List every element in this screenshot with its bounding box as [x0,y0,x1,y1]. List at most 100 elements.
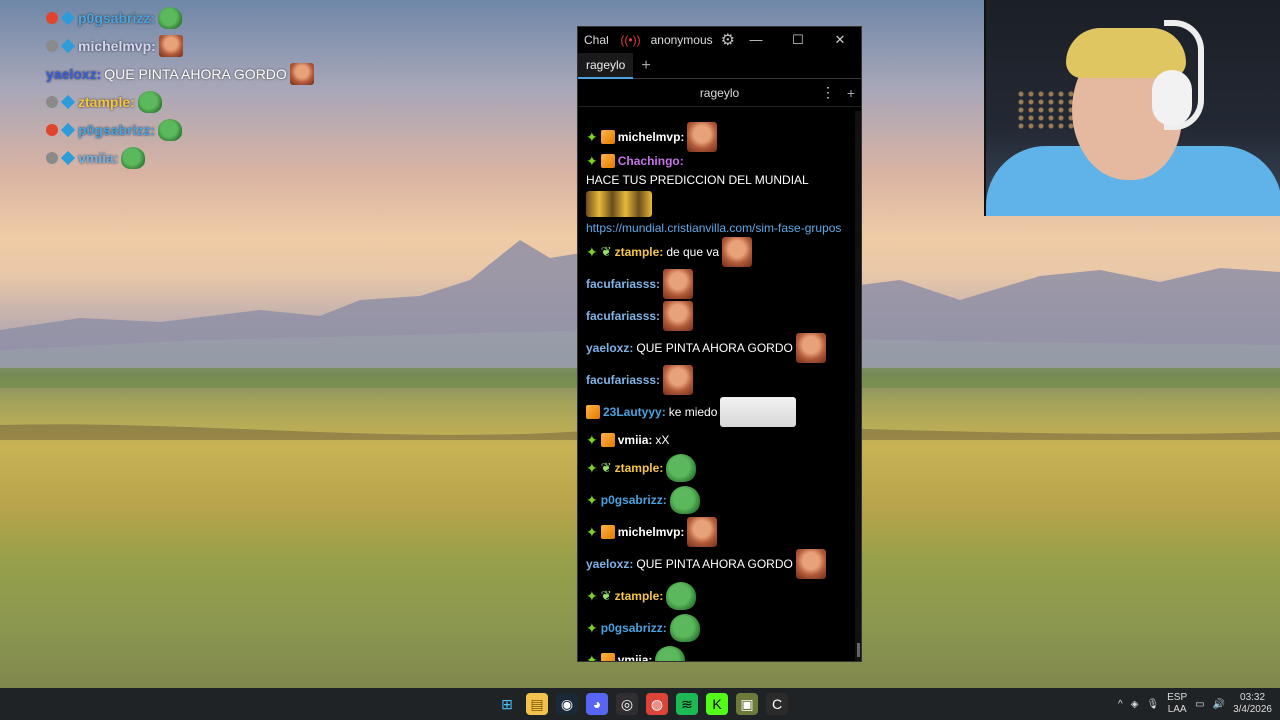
chat-message[interactable]: ✦ michelmvp: [586,121,847,153]
chat-username[interactable]: vmiia: [618,432,653,448]
overlay-chat-row: ztample: [46,88,314,116]
pepe-emote [666,454,697,482]
webcam-feed [984,0,1280,216]
file-explorer-icon[interactable]: ▤ [526,693,548,715]
sub-badge-icon [60,10,76,26]
settings-gear-icon[interactable]: ⚙ [721,30,735,50]
discord-icon[interactable]: ◕ [586,693,608,715]
chat-username[interactable]: ztample: [615,460,664,476]
overlay-username: p0gsabrizz: [78,10,156,26]
chatterino-window[interactable]: Chatterino ((•)) anonymous ⚙ — ☐ ✕ ragey… [577,26,862,662]
channel-header: rageylo ⋮ + [578,79,861,107]
verified-star-icon: ✦ [586,129,598,145]
chat-message[interactable]: ✦ p0gsabrizz: [586,484,847,516]
chat-message[interactable]: ✦ ❦ ztample: [586,580,847,612]
live-icon[interactable]: ((•)) [620,33,640,47]
chat-username[interactable]: ztample: [615,244,664,260]
chat-message[interactable]: facufariasss: [586,364,847,396]
overlay-username: vmiia: [78,150,119,166]
chat-username[interactable]: facufariasss: [586,372,660,388]
chat-username[interactable]: yaeloxz: [586,340,633,356]
chat-message[interactable]: yaeloxz: QUE PINTA AHORA GORDO [586,548,847,580]
chat-message[interactable]: ✦ michelmvp: [586,516,847,548]
chat-message[interactable]: ✦ vmiia: xX [586,428,847,452]
chat-message[interactable]: ✦ ❦ ztample: de que va [586,236,847,268]
chat-message[interactable]: ✦ vmiia: [586,644,847,661]
bug-badge-icon: ❦ [600,244,612,259]
sub-badge-icon [60,122,76,138]
sub-box-icon [600,653,615,661]
channel-menu-icon[interactable]: ⋮ [821,84,835,101]
overlay-chat-row: p0gsabrizz: [46,4,314,32]
sub-box-icon [600,525,615,539]
obs-icon[interactable]: ◎ [616,693,638,715]
verified-star-icon: ✦ [586,244,598,260]
message-list[interactable]: ✦ michelmvp: ✦ Chachingo: HACE TUS PREDICCIO… [578,111,855,661]
chatterino-icon[interactable]: C [766,693,788,715]
volume-icon[interactable]: 🔊 [1213,699,1225,710]
chat-username[interactable]: ztample: [615,588,664,604]
language-indicator[interactable]: ESP LAA [1167,692,1187,716]
verified-star-icon: ✦ [586,652,598,661]
account-name[interactable]: anonymous [651,33,713,47]
verified-star-icon: ✦ [586,524,598,540]
spotify-icon[interactable]: ≋ [676,693,698,715]
chat-username[interactable]: Chachingo: [618,153,684,169]
chrome-icon[interactable]: ◍ [646,693,668,715]
chat-message[interactable]: ✦ Chachingo: HACE TUS PREDICCION DEL MUNDI… [586,153,847,236]
chat-username[interactable]: vmiia: [618,652,653,661]
chat-message[interactable]: facufariasss: [586,300,847,332]
overlay-chat-row: michelmvp: [46,32,314,60]
chat-text: HACE TUS PREDICCION DEL MUNDIAL [586,173,809,187]
chat-username[interactable]: michelmvp: [618,129,685,145]
chat-username[interactable]: p0gsabrizz: [601,620,667,636]
chat-text: QUE PINTA AHORA GORDO [636,557,793,571]
mic-icon[interactable]: 🎙 [1146,699,1159,710]
add-tab-button[interactable]: + [641,57,650,75]
close-button[interactable]: ✕ [819,32,861,48]
clock[interactable]: 03:32 3/4/2026 [1233,692,1272,716]
lang-code: ESP [1167,692,1188,703]
chat-message[interactable]: ✦ p0gsabrizz: [586,612,847,644]
game-icon[interactable]: ▣ [736,693,758,715]
pepe-emote [669,486,700,514]
verified-star-icon: ✦ [586,432,598,448]
minimize-button[interactable]: — [735,32,777,48]
chat-username[interactable]: michelmvp: [618,524,685,540]
verified-star-icon: ✦ [586,460,598,476]
chat-message[interactable]: facufariasss: [586,268,847,300]
chat-username[interactable]: facufariasss: [586,308,660,324]
chat-username[interactable]: 23Lautyyy: [603,404,666,420]
chat-username[interactable]: p0gsabrizz: [601,492,667,508]
title-bar[interactable]: Chatterino ((•)) anonymous ⚙ — ☐ ✕ [578,27,861,53]
add-split-icon[interactable]: + [847,85,855,101]
badge-icon [46,96,58,108]
app-title: Chatterino [584,33,608,47]
chat-username[interactable]: yaeloxz: [586,556,633,572]
display-icon[interactable]: ▭ [1195,699,1204,710]
verified-star-icon: ✦ [586,620,598,636]
overlay-chat-row: vmiia: [46,144,314,172]
chat-message[interactable]: 23Lautyyy: ke miedo [586,396,847,428]
network-icon[interactable]: ◈ [1131,699,1139,710]
tab-rageylo[interactable]: rageylo [578,52,634,79]
pepe-emote [158,119,183,141]
kick-icon[interactable]: K [706,693,728,715]
steam-icon[interactable]: ◉ [556,693,578,715]
chat-username[interactable]: facufariasss: [586,276,660,292]
chat-message[interactable]: ✦ ❦ ztample: [586,452,847,484]
system-tray: ^ ◈ 🎙 ESP LAA ▭ 🔊 03:32 3/4/2026 [1118,692,1272,716]
badge-icon [46,40,58,52]
verified-star-icon: ✦ [586,492,598,508]
tray-chevron-icon[interactable]: ^ [1118,699,1123,710]
chat-message[interactable]: yaeloxz: QUE PINTA AHORA GORDO [586,332,847,364]
overlay-message: QUE PINTA AHORA GORDO [104,66,287,82]
chat-scrollbar[interactable] [855,111,861,661]
chat-link[interactable]: https://mundial.cristianvilla.com/sim-fa… [586,220,847,236]
badge-icon [46,12,58,24]
badge-icon [46,124,58,136]
bug-badge-icon: ❦ [600,588,612,603]
windows-start-icon[interactable]: ⊞ [496,693,518,715]
maximize-button[interactable]: ☐ [777,32,819,48]
face-emote [663,365,694,395]
